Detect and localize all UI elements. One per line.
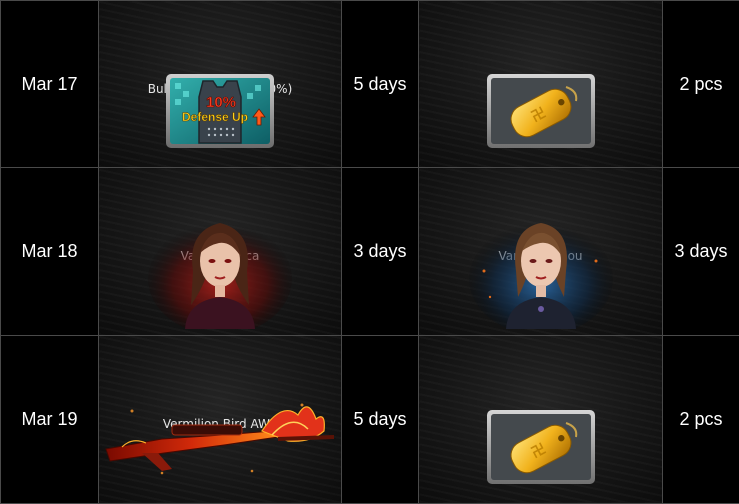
row-date: Mar 19	[0, 334, 99, 504]
reward-row: Mar 18 Vampire Rica	[0, 167, 739, 336]
golden-tag-icon: 卍	[486, 410, 595, 484]
quantity-cell: 2 pcs	[662, 0, 739, 169]
row-date: Mar 18	[0, 167, 99, 336]
vest-icon-label: Defense Up	[182, 110, 248, 124]
reward-calendar-table: Mar 17 Bullet Proof Vest+(10%)	[0, 0, 739, 504]
reward-item-cell: Golden Tag 卍	[418, 334, 663, 504]
rifle-icon	[105, 403, 334, 475]
reward-item-cell: Vampire Chou	[418, 167, 663, 336]
reward-item-cell: Vampire Rica	[98, 167, 342, 336]
quantity-cell: 2 pcs	[662, 334, 739, 504]
duration-cell: 5 days	[341, 334, 419, 504]
reward-item-cell: Bullet Proof Vest+(10%)	[98, 0, 342, 169]
character-portrait	[468, 222, 613, 329]
golden-tag-icon: 卍	[486, 74, 595, 149]
row-date: Mar 17	[0, 0, 99, 169]
reward-row: Mar 17 Bullet Proof Vest+(10%)	[0, 0, 739, 169]
reward-item-cell: Vermilion Bird AWP	[98, 334, 342, 504]
vest-icon: 10% Defense Up	[166, 74, 274, 149]
quantity-cell: 3 days	[662, 167, 739, 336]
character-portrait	[148, 222, 292, 329]
reward-row: Mar 19 Vermilion Bird AWP 5 days 卍 2 pcs	[0, 334, 739, 504]
duration-cell: 3 days	[341, 167, 419, 336]
reward-item-cell: Golden Tag 卍	[418, 0, 663, 169]
vest-icon-percent: 10%	[206, 94, 236, 111]
duration-cell: 5 days	[341, 0, 419, 169]
